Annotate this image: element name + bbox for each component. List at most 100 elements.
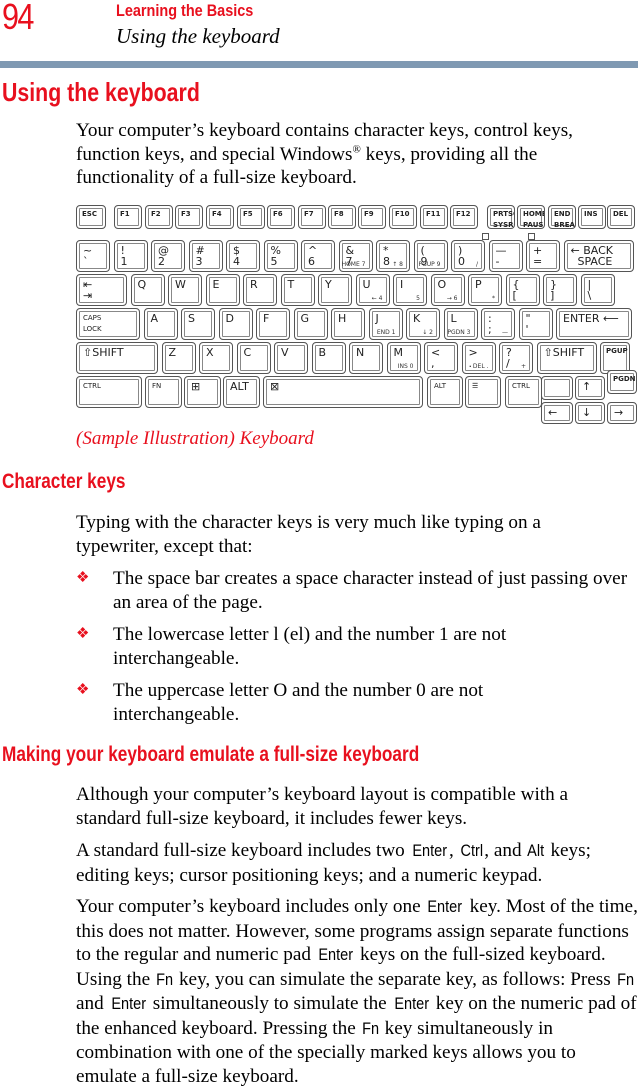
keyboard-key: O → 6 bbox=[430, 274, 465, 306]
key-label: ! 1 bbox=[120, 244, 128, 268]
key-label: H bbox=[338, 312, 347, 325]
page-heading: Using the keyboard bbox=[2, 77, 200, 107]
key-label: ⇤ ⇥ bbox=[83, 278, 93, 302]
key-label: F12 bbox=[456, 210, 471, 218]
keyboard-key: R bbox=[243, 274, 277, 306]
key-label: PGDN bbox=[613, 375, 636, 383]
keyboard-key: F5 bbox=[237, 205, 265, 229]
key-label: ← BACK SPACE bbox=[570, 244, 614, 268]
keyboard-key: ( 9 PGUP 9 bbox=[413, 240, 448, 272]
key-label: ? / bbox=[506, 346, 512, 370]
key-label: ↑ bbox=[582, 380, 592, 393]
key-label: F7 bbox=[304, 210, 314, 218]
keyboard-key: | \ bbox=[580, 274, 615, 306]
key-label: O bbox=[437, 278, 447, 291]
key-label: D bbox=[225, 312, 234, 325]
key-label: ⊠ bbox=[270, 380, 280, 393]
keyboard-key: Y bbox=[318, 274, 352, 306]
keyboard-key: Q bbox=[130, 274, 165, 306]
key-sublabel: ↓ 2 bbox=[422, 329, 433, 336]
key-label: : ; bbox=[488, 312, 492, 336]
key-sublabel: ↑ 8 bbox=[392, 261, 403, 268]
keyboard-key: F10 bbox=[389, 205, 417, 229]
key-label: K bbox=[413, 312, 421, 325]
header-rule bbox=[0, 61, 638, 68]
keyboard-key: K ↓ 2 bbox=[406, 308, 440, 340]
key-label: CAPS LOCK bbox=[83, 314, 102, 333]
key-label: X bbox=[206, 346, 214, 359]
key-sublabel: ← 4 bbox=[371, 295, 383, 302]
key-label: PGUP bbox=[606, 347, 628, 355]
key-label: @ 2 bbox=[158, 244, 169, 268]
key-label: R bbox=[250, 278, 258, 291]
key-label: C bbox=[243, 346, 252, 359]
key-label: INS bbox=[584, 210, 598, 218]
key-name: Enter bbox=[110, 995, 146, 1013]
keyboard-key: % 5 bbox=[263, 240, 298, 272]
key-label: F10 bbox=[395, 210, 410, 218]
keyboard-key: ENTER ⟵ bbox=[556, 308, 632, 340]
keyboard-key: HOME PAUSE bbox=[517, 205, 545, 229]
key-name: Enter bbox=[318, 946, 353, 964]
key-label: FN bbox=[152, 382, 162, 390]
keyboard-key: ALT bbox=[427, 376, 463, 408]
keyboard-key: ↑ bbox=[575, 376, 605, 400]
key-label: V bbox=[281, 346, 289, 359]
keyboard-key: A bbox=[143, 308, 178, 340]
keyboard-key: : ; — bbox=[481, 308, 515, 340]
keyboard-key: ☰ bbox=[465, 376, 501, 408]
key-label: F1 bbox=[120, 210, 130, 218]
key-name: Enter bbox=[393, 995, 429, 1013]
key-label: I bbox=[400, 278, 404, 291]
key-label: PRTSC SYSRQ bbox=[493, 210, 514, 229]
registered-mark: ® bbox=[352, 143, 361, 156]
keyboard-key: P * bbox=[468, 274, 502, 306]
key-sublabel: DEL . bbox=[472, 363, 489, 370]
keyboard-key: FN bbox=[145, 376, 182, 408]
keyboard-key: CAPS LOCK bbox=[76, 308, 140, 340]
paragraph-text: Your computer’s keyboard includes only o… bbox=[76, 896, 426, 917]
key-label: ⇧SHIFT bbox=[543, 346, 585, 359]
keyboard-key: * 8 ↑ 8 bbox=[376, 240, 410, 272]
keyboard-key: F bbox=[256, 308, 290, 340]
key-label: HOME PAUSE bbox=[523, 210, 545, 229]
page-number: 94 bbox=[2, 0, 34, 37]
key-label: L bbox=[450, 312, 457, 325]
keyboard-key: CTRL bbox=[505, 376, 542, 408]
keyboard-key: F7 bbox=[298, 205, 326, 229]
paragraph-text: and bbox=[76, 993, 109, 1014]
keyboard-key: ) 0 / bbox=[451, 240, 485, 272]
key-sublabel: / bbox=[475, 261, 478, 268]
key-name: Ctrl bbox=[460, 842, 483, 860]
keyboard-key: & 7 HOME 7 bbox=[338, 240, 373, 272]
keyboard-key: F1 bbox=[114, 205, 142, 229]
key-label: F3 bbox=[181, 210, 191, 218]
key-label: END BREAK bbox=[554, 210, 575, 229]
key-label: $ 4 bbox=[233, 244, 240, 268]
key-label: + = bbox=[533, 244, 543, 268]
keyboard-key: < , bbox=[424, 342, 458, 374]
keyboard-key: > . DEL . bbox=[461, 342, 496, 374]
keyboard-key: F6 bbox=[267, 205, 295, 229]
keyboard-key: } ] bbox=[543, 274, 577, 306]
keyboard-key: I5 bbox=[393, 274, 427, 306]
key-label: # 3 bbox=[195, 244, 205, 268]
bullet-item: ❖ The uppercase letter O and the number 0… bbox=[76, 679, 556, 726]
keyboard-key: ⇤ ⇥ bbox=[76, 274, 127, 306]
keyboard-key: D bbox=[218, 308, 253, 340]
keyboard-key: PRTSC SYSRQ bbox=[487, 205, 515, 229]
keyboard-key: ESC bbox=[76, 205, 106, 229]
keyboard-key: J END 1 bbox=[368, 308, 403, 340]
key-name: Alt bbox=[527, 842, 545, 860]
key-label: ⊞ bbox=[191, 380, 201, 393]
key-label: G bbox=[300, 312, 310, 325]
key-name: Fn bbox=[156, 970, 174, 989]
emulate-paragraph-2: A standard full-size keyboard includes t… bbox=[76, 839, 638, 887]
key-label: B bbox=[318, 346, 327, 359]
key-label: ESC bbox=[82, 210, 97, 218]
key-label: S bbox=[188, 312, 195, 325]
key-label: ALT bbox=[230, 380, 249, 393]
keyboard-key: M INS 0 bbox=[386, 342, 421, 374]
keyboard-key: V bbox=[274, 342, 308, 374]
key-label: ENTER ⟵ bbox=[563, 312, 619, 325]
